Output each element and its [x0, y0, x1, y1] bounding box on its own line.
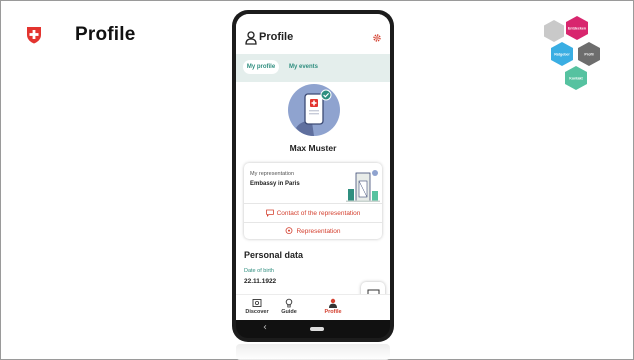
building-illustration [346, 170, 380, 202]
hexagon-blank [544, 20, 564, 42]
nav-guide[interactable]: Guide [275, 298, 303, 315]
hexagon-entdecken[interactable]: Entdecken [566, 16, 588, 40]
contact-representation-button[interactable]: Contact of the representation [244, 204, 382, 222]
representation-value: Embassy in Paris [250, 181, 300, 187]
representation-button[interactable]: Representation [244, 222, 382, 240]
swiss-shield-icon [27, 27, 41, 44]
personal-data-title: Personal data [244, 250, 304, 260]
hexagon-profil-label: Profil [584, 52, 593, 56]
avatar-illustration [288, 84, 340, 136]
user-name: Max Muster [289, 143, 337, 153]
hexagon-kontakt[interactable]: Kontakt [565, 66, 587, 90]
representation-label: My representation [250, 171, 295, 177]
nav-guide-label: Guide [281, 309, 297, 315]
person-icon [245, 31, 257, 45]
hexagon-navigation-map: Entdecken Ratgeber Profil Kontakt [544, 16, 600, 90]
app-header: Profile [236, 14, 390, 54]
home-indicator-icon[interactable] [310, 327, 324, 331]
date-of-birth-value: 22.11.1922 [244, 278, 277, 285]
representation-card: My representation Embassy in Paris Conta… [244, 163, 382, 239]
app-title: Profile [259, 31, 294, 43]
app-screen: Profile My profile My events Max Muster … [236, 14, 390, 320]
representation-label: Representation [296, 227, 341, 235]
date-of-birth-label: Date of birth [244, 268, 274, 274]
nav-profile-label: Profile [324, 309, 342, 315]
nav-profile[interactable]: Profile [319, 298, 347, 315]
discover-icon [252, 299, 262, 307]
phone-mockup: Profile My profile My events Max Muster … [232, 10, 394, 342]
android-nav-bar: ‹ [236, 320, 390, 338]
profile-icon [329, 298, 337, 308]
tab-strip: My profile My events [236, 54, 390, 82]
back-icon[interactable]: ‹ [263, 322, 267, 333]
phone-reflection [236, 344, 390, 360]
hexagon-ratgeber-label: Ratgeber [554, 52, 570, 56]
tab-my-profile[interactable]: My profile [243, 60, 279, 74]
location-pin-icon [286, 227, 293, 234]
nav-discover[interactable]: Discover [243, 298, 271, 315]
hexagon-profil[interactable]: Profil [578, 42, 600, 66]
chat-icon [265, 209, 274, 217]
bottom-navigation: Discover Guide Profile [236, 294, 390, 320]
hexagon-kontakt-label: Kontakt [569, 76, 583, 80]
slide-title: Profile [75, 24, 136, 45]
hexagon-ratgeber[interactable]: Ratgeber [551, 42, 573, 66]
hexagon-entdecken-label: Entdecken [568, 26, 586, 30]
lightbulb-icon [285, 298, 293, 308]
gear-icon[interactable] [372, 33, 382, 43]
tab-my-events[interactable]: My events [286, 60, 326, 74]
contact-representation-label: Contact of the representation [276, 209, 361, 217]
nav-discover-label: Discover [245, 309, 269, 315]
